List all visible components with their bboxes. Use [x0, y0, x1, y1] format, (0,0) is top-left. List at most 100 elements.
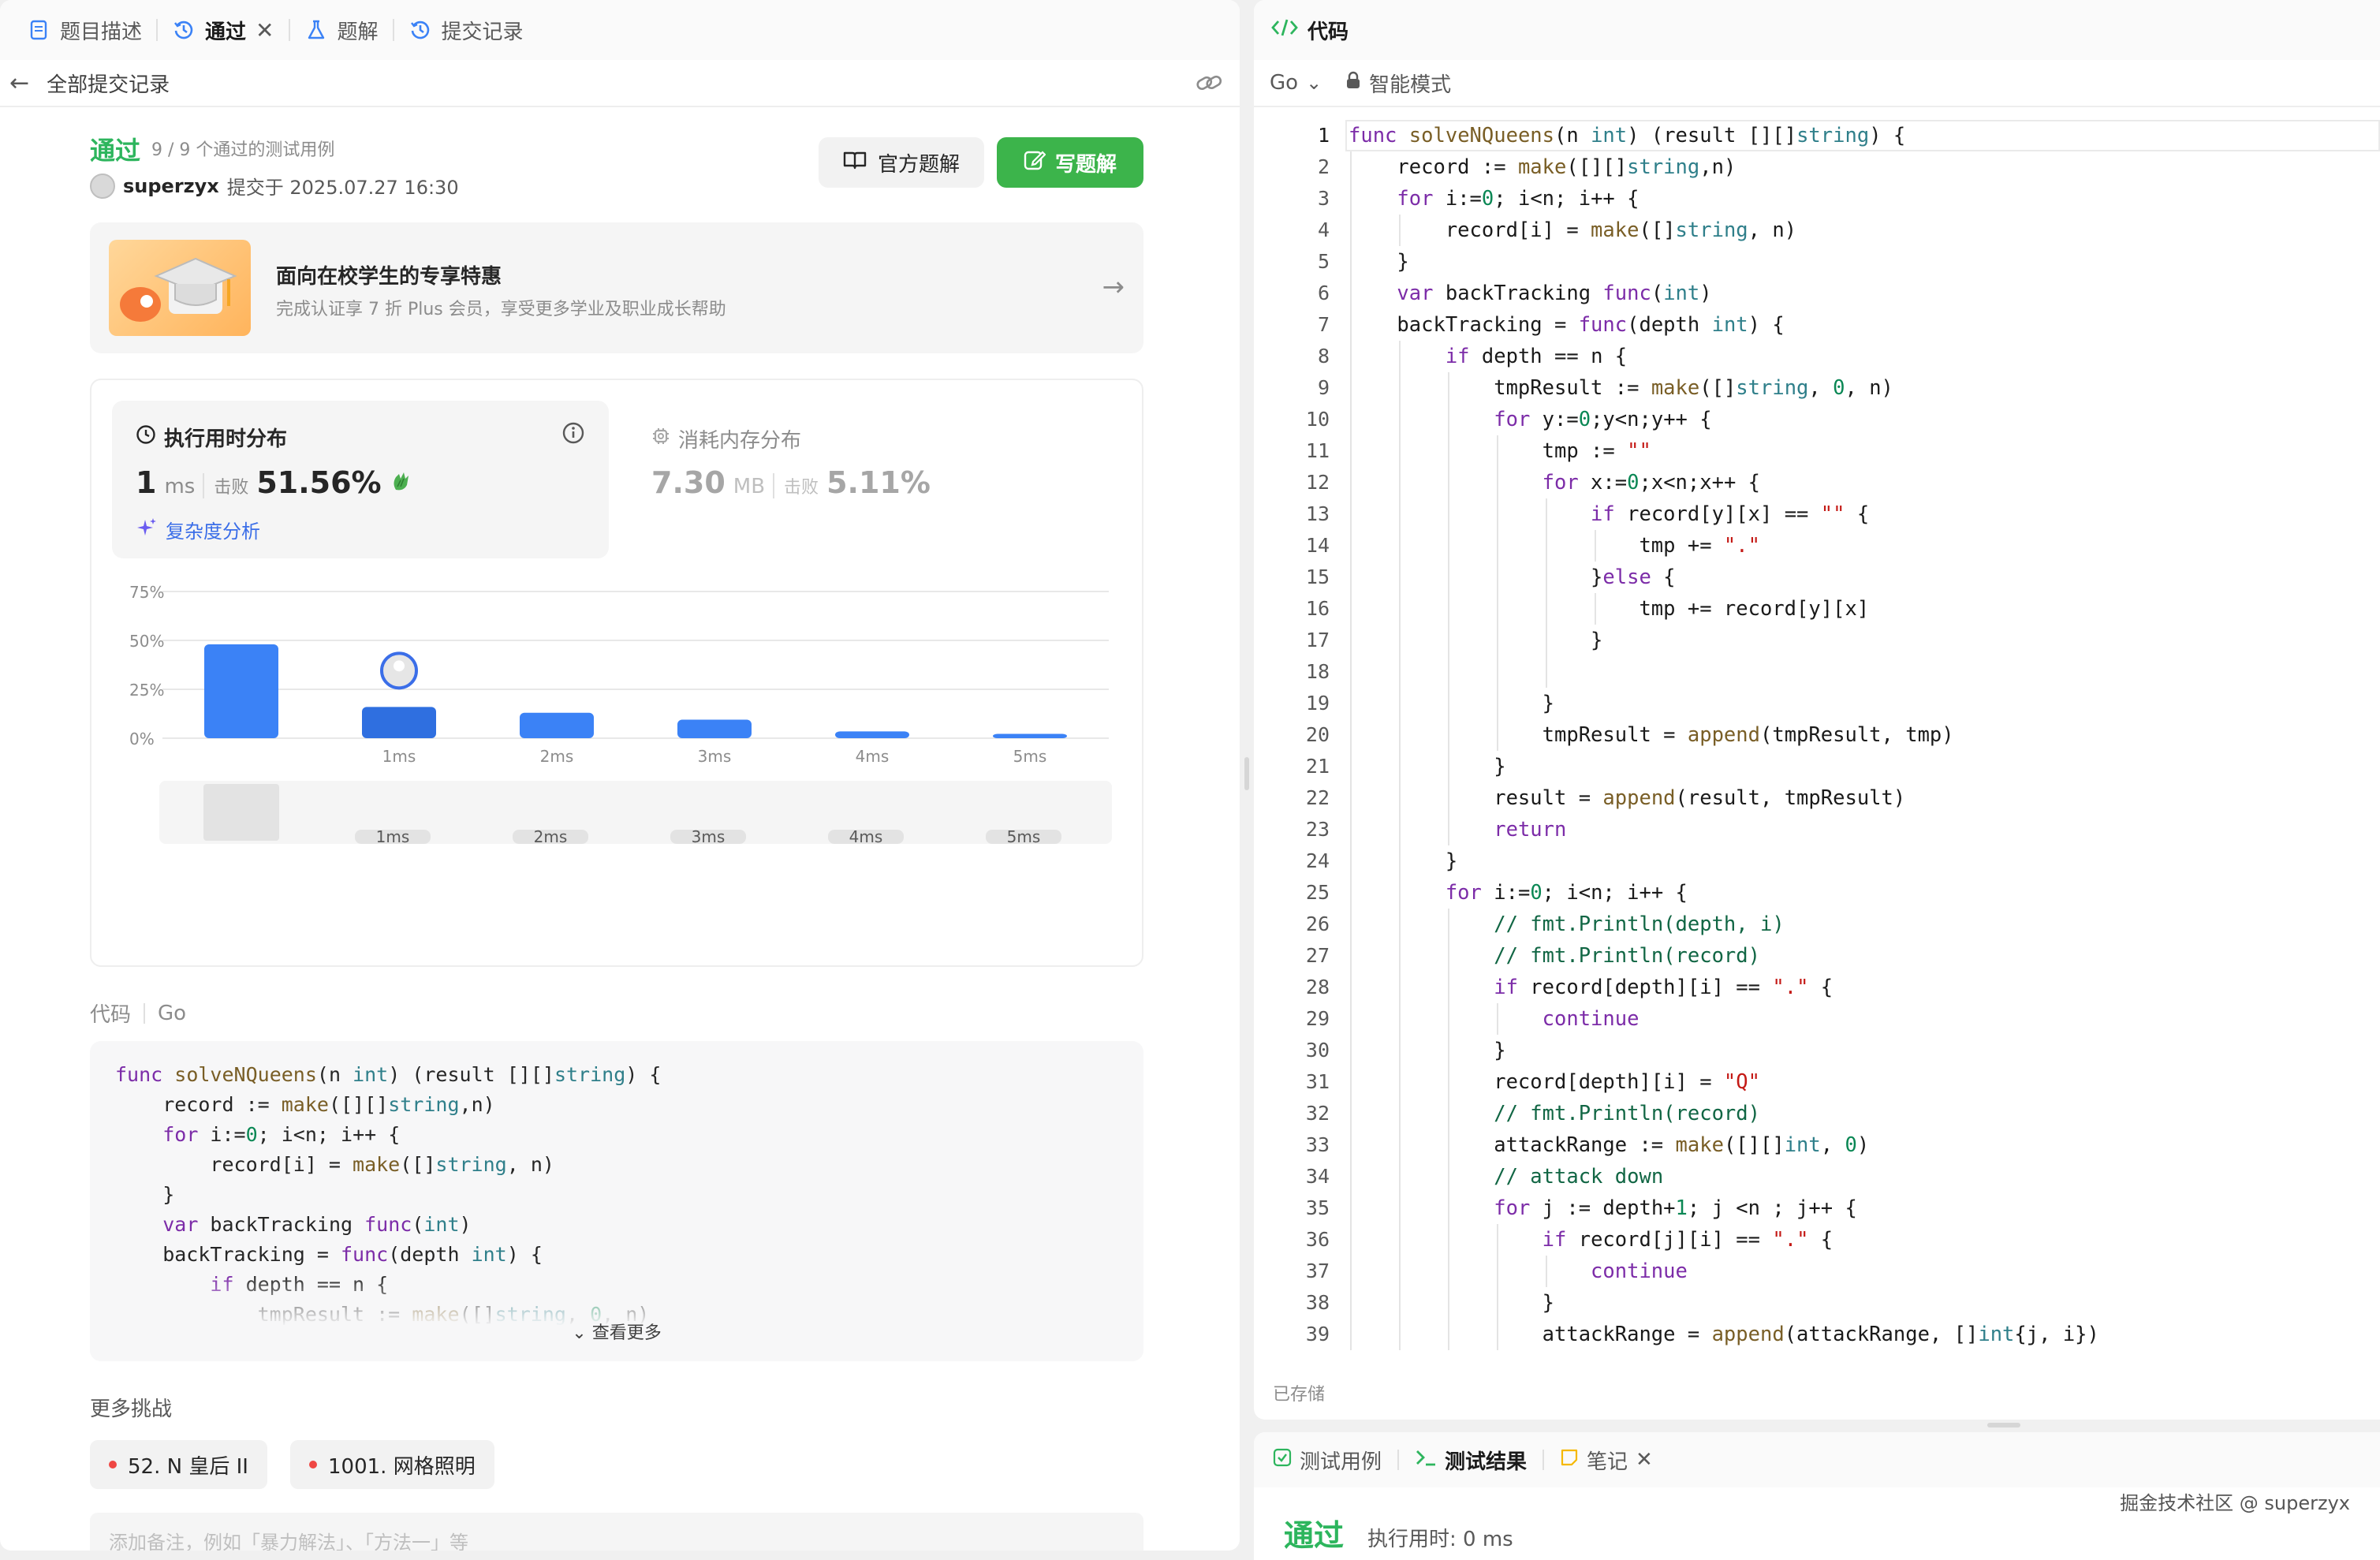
code-line[interactable]: func solveNQueens(n int) (result [][]str… [1349, 120, 2099, 151]
runtime-box[interactable]: 执行用时分布 1 ms 击败 51.56% 复杂度分析 [112, 401, 609, 558]
code-line[interactable]: } [1349, 246, 2099, 278]
code-line[interactable]: record[depth][i] = "Q" [1349, 1066, 2099, 1098]
code-line[interactable]: tmpResult = append(tmpResult, tmp) [1349, 719, 2099, 751]
challenge-title: 1001. 网格照明 [328, 1454, 476, 1479]
smart-mode-label: 智能模式 [1369, 73, 1452, 97]
code-line[interactable]: tmpResult := make([]string, 0, n) [1349, 372, 2099, 404]
code-line[interactable]: record := make([][]string,n) [1349, 151, 2099, 183]
code-section-header: 代码 Go [90, 998, 186, 1028]
code-line[interactable]: result = append(result, tmpResult) [1349, 782, 2099, 814]
code-line[interactable]: } [1349, 625, 2099, 656]
runtime-metric: 1 ms 击败 51.56% [136, 465, 413, 500]
tab-label: 题解 [337, 20, 379, 44]
tab-solutions[interactable]: 题解 [290, 0, 393, 60]
code-line[interactable]: if record[depth][i] == "." { [1349, 972, 2099, 1003]
tab-notes[interactable]: 笔记 ✕ [1560, 1446, 1653, 1475]
code-line[interactable]: record[i] = make([]string, n) [1349, 215, 2099, 246]
close-icon[interactable]: ✕ [1636, 1448, 1653, 1472]
code-line[interactable]: tmp := "" [1349, 435, 2099, 467]
divider [1543, 1450, 1545, 1470]
line-number: 4 [1317, 218, 1330, 241]
code-line[interactable]: // fmt.Println(depth, i) [1349, 909, 2099, 940]
link-icon[interactable] [1196, 71, 1222, 100]
brush-label: 5ms [1007, 827, 1041, 846]
code-line[interactable]: if record[y][x] == "" { [1349, 498, 2099, 530]
x-tick-label: 1ms [382, 747, 416, 766]
code-line[interactable]: }else { [1349, 562, 2099, 593]
language-select[interactable]: Go ⌄ [1270, 71, 1322, 95]
close-icon[interactable]: ✕ [256, 17, 274, 43]
challenge-chip[interactable]: 52. N 皇后 II [90, 1440, 267, 1489]
tab-testcases[interactable]: 测试用例 [1273, 1446, 1382, 1475]
code-line[interactable]: // fmt.Println(record) [1349, 1098, 2099, 1129]
code-line[interactable]: if record[j][i] == "." { [1349, 1224, 2099, 1256]
complexity-analysis-link[interactable]: 复杂度分析 [136, 516, 260, 543]
line-number: 30 [1305, 1039, 1330, 1062]
memory-tab[interactable]: 消耗内存分布 [651, 424, 801, 453]
runtime-distribution-chart[interactable]: 0% 25% 50% 75% 1ms 2ms 3ms 4ms 5ms 1ms 2ms 3ms 4ms 5m… [91, 574, 1145, 968]
avatar[interactable] [90, 173, 115, 199]
arrow-left-icon[interactable]: ← [9, 69, 29, 97]
code-line[interactable]: tmp += record[y][x] [1349, 593, 2099, 625]
write-solution-button[interactable]: 写题解 [997, 137, 1143, 188]
code-line[interactable]: attackRange = append(attackRange, []int{… [1349, 1319, 2099, 1350]
horizontal-resize-handle[interactable] [1987, 1423, 2020, 1428]
chart-bar [835, 731, 909, 738]
code-line[interactable]: } [1349, 751, 2099, 782]
flask-icon [304, 18, 328, 42]
line-number: 31 [1305, 1070, 1330, 1093]
code-line[interactable]: // fmt.Println(record) [1349, 940, 2099, 972]
x-tick-label: 5ms [1013, 747, 1047, 766]
info-icon[interactable] [561, 421, 585, 445]
author-name[interactable]: superzyx [123, 175, 219, 197]
runtime-title: 执行用时分布 [136, 423, 287, 452]
code-line[interactable]: // attack down [1349, 1161, 2099, 1192]
code-line[interactable]: } [1349, 845, 2099, 877]
chart-brush-track [159, 781, 1112, 844]
chevron-down-icon: ⌄ [1306, 72, 1322, 94]
note-input[interactable]: 添加备注，例如「暴力解法」、「方法一」等 [90, 1513, 1143, 1551]
code-line[interactable]: } [1349, 1035, 2099, 1066]
code-line[interactable]: if depth == n { [1349, 341, 2099, 372]
code-line[interactable]: return [1349, 814, 2099, 845]
tab-result[interactable]: 通过 ✕ [158, 0, 288, 60]
preview-line: record := make([][]string,n) [115, 1093, 495, 1116]
code-line[interactable]: continue [1349, 1256, 2099, 1287]
vertical-resize-handle[interactable] [1244, 757, 1249, 790]
tab-test-result[interactable]: 测试结果 [1415, 1446, 1527, 1475]
code-line[interactable]: for i:=0; i<n; i++ { [1349, 183, 2099, 215]
tab-label: 通过 [205, 20, 247, 44]
note-icon [1560, 1448, 1579, 1472]
line-number: 8 [1317, 345, 1330, 368]
code-line[interactable]: for i:=0; i<n; i++ { [1349, 877, 2099, 909]
code-line[interactable]: attackRange := make([][]int, 0) [1349, 1129, 2099, 1161]
student-promo-banner[interactable]: 面向在校学生的专享特惠 完成认证享 7 折 Plus 会员，享受更多学业及职业成… [90, 222, 1143, 353]
editor-tab-label[interactable]: 代码 [1308, 16, 1349, 45]
back-to-submissions[interactable]: 全部提交记录 [47, 69, 170, 98]
code-editor[interactable]: func solveNQueens(n int) (result [][]str… [1349, 120, 2099, 1350]
code-line[interactable]: continue [1349, 1003, 2099, 1035]
code-line[interactable]: var backTracking func(int) [1349, 278, 2099, 309]
code-line[interactable]: for j := depth+1; j <n ; j++ { [1349, 1192, 2099, 1224]
official-solution-button[interactable]: 官方题解 [819, 137, 984, 188]
line-number: 14 [1305, 534, 1330, 557]
line-number: 26 [1305, 912, 1330, 935]
code-line[interactable]: tmp += "." [1349, 530, 2099, 562]
code-line[interactable]: for y:=0;y<n;y++ { [1349, 404, 2099, 435]
app-root: 题目描述 通过 ✕ 题解 提交记录 ← 全部提交记录 通过 9 / 9 个通过的… [0, 0, 2380, 1560]
history-icon [172, 18, 196, 42]
code-line[interactable]: } [1349, 1287, 2099, 1319]
smart-mode-toggle[interactable]: 智能模式 [1345, 69, 1451, 98]
code-line[interactable]: } [1349, 688, 2099, 719]
tab-description[interactable]: 题目描述 [13, 0, 156, 60]
code-line[interactable]: for x:=0;x<n;x++ { [1349, 467, 2099, 498]
arrow-right-icon[interactable]: → [1102, 271, 1125, 303]
code-line[interactable] [1349, 656, 2099, 688]
line-number: 23 [1305, 818, 1330, 841]
tab-submissions[interactable]: 提交记录 [394, 0, 538, 60]
code-line[interactable]: backTracking = func(depth int) { [1349, 309, 2099, 341]
see-more-button[interactable]: ⌄ 查看更多 [90, 1319, 1143, 1344]
challenge-chip[interactable]: 1001. 网格照明 [290, 1440, 494, 1489]
clap-icon [390, 469, 413, 496]
line-number: 18 [1305, 660, 1330, 683]
